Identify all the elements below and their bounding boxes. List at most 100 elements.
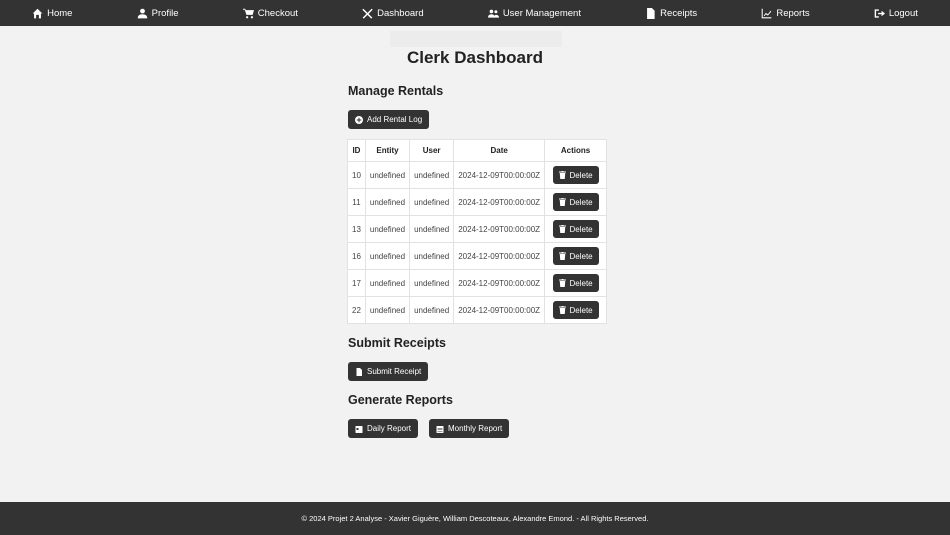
cell-actions: Delete (544, 188, 608, 216)
delete-label: Delete (569, 305, 593, 315)
cell-date: 2024-12-09T00:00:00Z (453, 188, 546, 216)
nav-user-management-label: User Management (502, 7, 581, 19)
delete-button[interactable]: Delete (552, 247, 599, 265)
page-footer: © 2024 Projet 2 Analyse - Xavier Giguère… (0, 502, 950, 535)
cell-date: 2024-12-09T00:00:00Z (453, 269, 546, 297)
nav-receipts-label: Receipts (660, 7, 698, 19)
sign-out-icon (874, 8, 885, 18)
page-title: Clerk Dashboard (406, 48, 544, 67)
delete-button[interactable]: Delete (552, 220, 599, 238)
delete-label: Delete (569, 224, 593, 234)
calendar-icon (436, 425, 444, 433)
delete-button[interactable]: Delete (552, 301, 599, 319)
file-icon (356, 367, 362, 376)
cell-id: 11 (347, 188, 366, 216)
user-icon (137, 8, 147, 18)
cell-user: undefined (409, 188, 455, 216)
nav-reports-label: Reports (776, 7, 810, 19)
nav-logout[interactable]: Logout (874, 8, 918, 19)
daily-report-label: Daily Report (367, 424, 412, 433)
home-icon (32, 8, 43, 18)
monthly-report-label: Monthly Report (448, 424, 503, 433)
col-user: User (409, 139, 455, 162)
daily-report-button[interactable]: Daily Report (348, 419, 419, 438)
table-row: 13 undefined undefined 2024-12-09T00:00:… (347, 215, 608, 243)
col-id: ID (347, 139, 366, 162)
delete-label: Delete (569, 170, 593, 180)
submit-receipt-button[interactable]: Submit Receipt (348, 362, 429, 381)
cell-entity: undefined (364, 242, 411, 270)
users-icon (487, 9, 499, 18)
trash-icon (558, 171, 566, 179)
table-row: 22 undefined undefined 2024-12-09T00:00:… (347, 296, 608, 324)
tools-icon (362, 8, 373, 19)
nav-receipts[interactable]: Receipts (645, 7, 698, 19)
delete-label: Delete (569, 278, 593, 288)
cart-icon (242, 8, 254, 18)
trash-icon (558, 252, 566, 260)
cell-id: 22 (347, 296, 366, 324)
monthly-report-button[interactable]: Monthly Report (429, 419, 510, 438)
cell-date: 2024-12-09T00:00:00Z (453, 161, 546, 189)
cell-id: 10 (347, 161, 366, 189)
table-header-row: ID Entity User Date Actions (347, 139, 608, 162)
cell-actions: Delete (544, 296, 608, 324)
table-row: 10 undefined undefined 2024-12-09T00:00:… (347, 161, 608, 189)
nav-user-management[interactable]: User Management (487, 7, 581, 19)
cell-entity: undefined (364, 188, 411, 216)
col-entity: Entity (364, 139, 411, 162)
cell-actions: Delete (544, 269, 608, 297)
generate-reports-heading: Generate Reports (348, 393, 453, 407)
cell-user: undefined (409, 296, 455, 324)
submit-receipts-heading: Submit Receipts (348, 336, 446, 350)
cell-actions: Delete (544, 215, 608, 243)
cell-id: 17 (347, 269, 366, 297)
cell-user: undefined (409, 215, 455, 243)
delete-label: Delete (569, 197, 593, 207)
header-placeholder-bar (390, 31, 562, 47)
add-rental-log-button[interactable]: Add Rental Log (348, 110, 430, 129)
cell-date: 2024-12-09T00:00:00Z (453, 242, 546, 270)
cell-user: undefined (409, 161, 455, 189)
rentals-table: ID Entity User Date Actions 10 undefined… (347, 139, 608, 324)
delete-button[interactable]: Delete (552, 193, 599, 211)
cell-entity: undefined (364, 215, 411, 243)
cell-user: undefined (409, 242, 455, 270)
top-navbar: Home Profile Checkout Dashboard User Man… (0, 0, 950, 26)
manage-rentals-heading: Manage Rentals (348, 84, 444, 98)
delete-label: Delete (569, 251, 593, 261)
delete-button[interactable]: Delete (552, 166, 599, 184)
nav-home-label: Home (47, 7, 73, 19)
cell-date: 2024-12-09T00:00:00Z (453, 215, 546, 243)
trash-icon (558, 279, 566, 287)
nav-profile[interactable]: Profile (137, 8, 179, 19)
cell-actions: Delete (544, 242, 608, 270)
delete-button[interactable]: Delete (552, 274, 599, 292)
nav-logout-label: Logout (888, 7, 918, 19)
footer-text: © 2024 Projet 2 Analyse - Xavier Giguère… (301, 514, 649, 523)
nav-checkout-label: Checkout (257, 7, 298, 19)
nav-dashboard[interactable]: Dashboard (362, 8, 424, 19)
add-rental-log-label: Add Rental Log (367, 115, 423, 124)
nav-reports[interactable]: Reports (761, 7, 810, 19)
cell-user: undefined (409, 269, 455, 297)
trash-icon (558, 225, 566, 233)
nav-checkout[interactable]: Checkout (242, 7, 298, 19)
nav-profile-label: Profile (151, 7, 179, 19)
cell-entity: undefined (364, 269, 411, 297)
table-row: 17 undefined undefined 2024-12-09T00:00:… (347, 269, 608, 297)
cell-entity: undefined (364, 296, 411, 324)
cell-actions: Delete (544, 161, 608, 189)
nav-home[interactable]: Home (32, 8, 72, 19)
table-row: 11 undefined undefined 2024-12-09T00:00:… (347, 188, 608, 216)
cell-id: 13 (347, 215, 366, 243)
file-invoice-icon (647, 7, 655, 19)
table-row: 16 undefined undefined 2024-12-09T00:00:… (347, 242, 608, 270)
submit-receipt-label: Submit Receipt (367, 367, 422, 376)
plus-circle-icon (355, 115, 363, 124)
cell-entity: undefined (364, 161, 411, 189)
trash-icon (558, 306, 566, 314)
cell-id: 16 (347, 242, 366, 270)
calendar-day-icon (355, 425, 363, 433)
col-date: Date (453, 139, 546, 162)
